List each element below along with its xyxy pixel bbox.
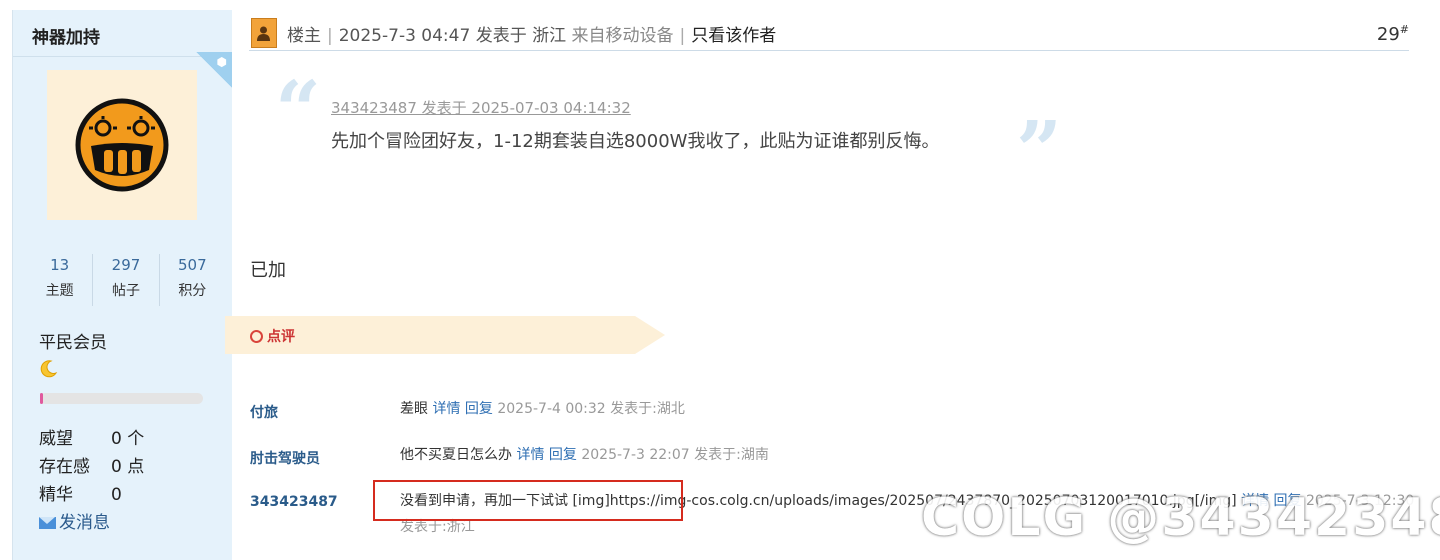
meta-value: 0 点 bbox=[111, 457, 145, 477]
comment-text: 差眼 bbox=[400, 401, 428, 417]
comment-content: 他不买夏日怎么办 详情 回复 2025-7-3 22:07 发表于:湖南 bbox=[400, 442, 1420, 468]
comment-user[interactable]: 肘击驾驶员 bbox=[250, 448, 320, 468]
comment-text: 他不买夏日怎么办 bbox=[400, 447, 512, 463]
moon-icon bbox=[37, 358, 59, 384]
post-time: 2025-7-3 04:47 发表于 浙江 bbox=[338, 26, 567, 46]
post-meta-line: 楼主 | 2025-7-3 04:47 发表于 浙江 来自移动设备 | 只看该作者 bbox=[287, 21, 776, 46]
comment-time: 2025-7-4 00:32 发表于:湖北 bbox=[497, 401, 685, 417]
meta-digest: 精华 0 bbox=[39, 480, 122, 505]
quote-text: 先加个冒险团好友，1-12期套装自选8000W我收了，此贴为证谁都别反悔。 bbox=[331, 131, 940, 152]
rank-progress-fill bbox=[40, 393, 44, 404]
stat-value: 507 bbox=[178, 256, 207, 274]
highlight-box bbox=[373, 480, 683, 521]
comment-user[interactable]: 343423487 bbox=[250, 494, 338, 510]
stat-threads[interactable]: 13 主题 bbox=[27, 254, 92, 306]
android-icon: ⬢ bbox=[216, 55, 227, 69]
floor-number[interactable]: 29# bbox=[1377, 23, 1409, 45]
reply-link[interactable]: 回复 bbox=[549, 447, 577, 463]
avatar-face-icon bbox=[75, 98, 169, 192]
comment-content: 差眼 详情 回复 2025-7-4 00:32 发表于:湖北 bbox=[400, 396, 1420, 422]
meta-key: 威望 bbox=[39, 429, 73, 449]
post-body: 楼主 | 2025-7-3 04:47 发表于 浙江 来自移动设备 | 只看该作者 29… bbox=[225, 0, 1440, 560]
quote-meta-link[interactable]: 343423487 发表于 2025-07-03 04:14:32 bbox=[331, 97, 631, 118]
post-device: 来自移动设备 bbox=[571, 26, 674, 46]
stat-points[interactable]: 507 积分 bbox=[158, 254, 225, 306]
quote-open-icon: “ bbox=[275, 63, 322, 157]
stat-value: 297 bbox=[111, 256, 141, 274]
author-sidebar: 神器加持 ⬢ 13 主题 297 帖子 507 积分 平民会员 威望 0 个 存… bbox=[12, 10, 232, 560]
meta-value: 0 个 bbox=[111, 429, 145, 449]
member-rank: 平民会员 bbox=[39, 333, 107, 353]
author-stats: 13 主题 297 帖子 507 积分 bbox=[27, 254, 225, 306]
dianping-tab[interactable]: 点评 bbox=[225, 316, 665, 354]
stat-label: 帖子 bbox=[111, 283, 140, 299]
mobile-post-corner-badge[interactable]: ⬢ bbox=[196, 52, 232, 88]
stat-value: 13 bbox=[50, 256, 70, 274]
detail-link[interactable]: 详情 bbox=[432, 401, 460, 417]
quote-close-icon: ” bbox=[1016, 103, 1063, 197]
meta-key: 存在感 bbox=[39, 457, 90, 477]
comment-circle-icon bbox=[250, 330, 263, 343]
detail-link[interactable]: 详情 bbox=[516, 447, 544, 463]
avatar[interactable] bbox=[47, 70, 197, 220]
meta-value: 0 bbox=[111, 485, 122, 505]
meta-prestige: 威望 0 个 bbox=[39, 424, 144, 449]
stat-posts[interactable]: 297 帖子 bbox=[92, 254, 158, 306]
post-message: 已加 bbox=[250, 260, 286, 281]
stat-label: 积分 bbox=[178, 283, 207, 299]
author-username[interactable]: 神器加持 bbox=[32, 23, 100, 48]
meta-presence: 存在感 0 点 bbox=[39, 452, 144, 477]
op-label: 楼主 bbox=[287, 26, 321, 46]
author-badge-icon[interactable] bbox=[251, 18, 277, 48]
floor-value: 29 bbox=[1376, 24, 1400, 45]
comment-user[interactable]: 付旅 bbox=[250, 402, 278, 422]
envelope-icon bbox=[39, 517, 56, 529]
separator: | bbox=[679, 26, 686, 46]
send-message-label: 发消息 bbox=[59, 513, 110, 533]
only-author-link[interactable]: 只看该作者 bbox=[691, 26, 776, 46]
meta-key: 精华 bbox=[39, 485, 73, 505]
send-message-button[interactable]: 发消息 bbox=[39, 508, 110, 533]
comment-time: 2025-7-3 22:07 发表于:湖南 bbox=[581, 447, 769, 463]
floor-mark: # bbox=[1399, 23, 1409, 36]
stat-label: 主题 bbox=[45, 283, 74, 299]
post-header: 楼主 | 2025-7-3 04:47 发表于 浙江 来自移动设备 | 只看该作者 29… bbox=[249, 10, 1409, 51]
reply-link[interactable]: 回复 bbox=[465, 401, 493, 417]
dianping-label: 点评 bbox=[267, 329, 295, 345]
rank-progress-bar bbox=[40, 393, 203, 404]
watermark: COLG @343423487 bbox=[921, 488, 1440, 548]
separator: | bbox=[327, 26, 333, 46]
